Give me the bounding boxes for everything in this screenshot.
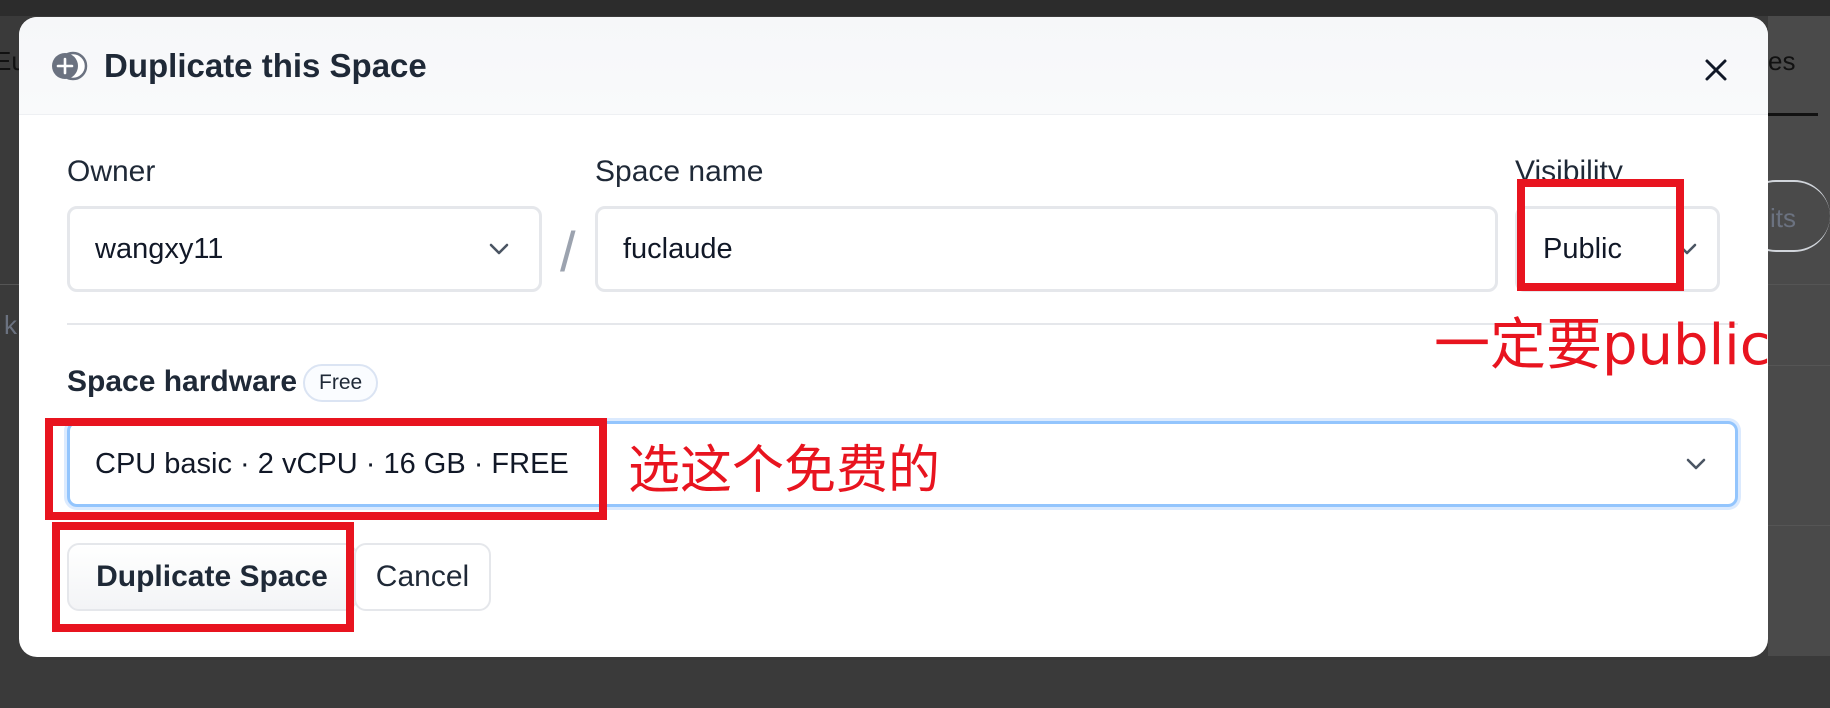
free-badge: Free: [303, 364, 379, 402]
background-right-panel: [1768, 16, 1830, 656]
chevron-down-icon: [1686, 458, 1706, 470]
background-divider: [1768, 284, 1830, 285]
owner-name-separator: /: [560, 220, 576, 283]
background-text-fragment-2: k: [4, 310, 17, 340]
visibility-annotation: 一定要public: [1434, 313, 1771, 378]
hardware-annotation: 选这个免费的: [628, 441, 941, 501]
owner-value: wangxy11: [95, 232, 224, 265]
background-tab-underline: [1768, 113, 1818, 116]
background-divider: [0, 284, 19, 285]
owner-label: Owner: [67, 155, 156, 188]
close-icon: [1705, 59, 1727, 81]
duplicate-button-highlight-box: [52, 522, 354, 632]
space-hardware-label: Space hardware: [67, 365, 298, 398]
owner-select[interactable]: wangxy11: [67, 206, 542, 292]
duplicate-icon: [52, 51, 88, 81]
background-tab-fragment: es: [1768, 46, 1796, 76]
hardware-highlight-box: [45, 418, 607, 520]
background-topbar: [0, 0, 1830, 16]
background-divider: [1768, 365, 1830, 366]
background-button-fragment: its: [1770, 203, 1796, 233]
close-button[interactable]: [1699, 53, 1733, 87]
modal-title: Duplicate this Space: [104, 47, 427, 84]
background-divider: [1768, 525, 1830, 526]
space-name-input[interactable]: fuclaude: [595, 206, 1498, 292]
cancel-button[interactable]: Cancel: [354, 543, 491, 611]
space-name-value: fuclaude: [623, 232, 733, 265]
visibility-highlight-box: [1517, 179, 1684, 291]
space-name-label: Space name: [595, 155, 764, 188]
chevron-down-icon: [489, 243, 509, 255]
modal-header: Duplicate this Space: [19, 17, 1768, 115]
